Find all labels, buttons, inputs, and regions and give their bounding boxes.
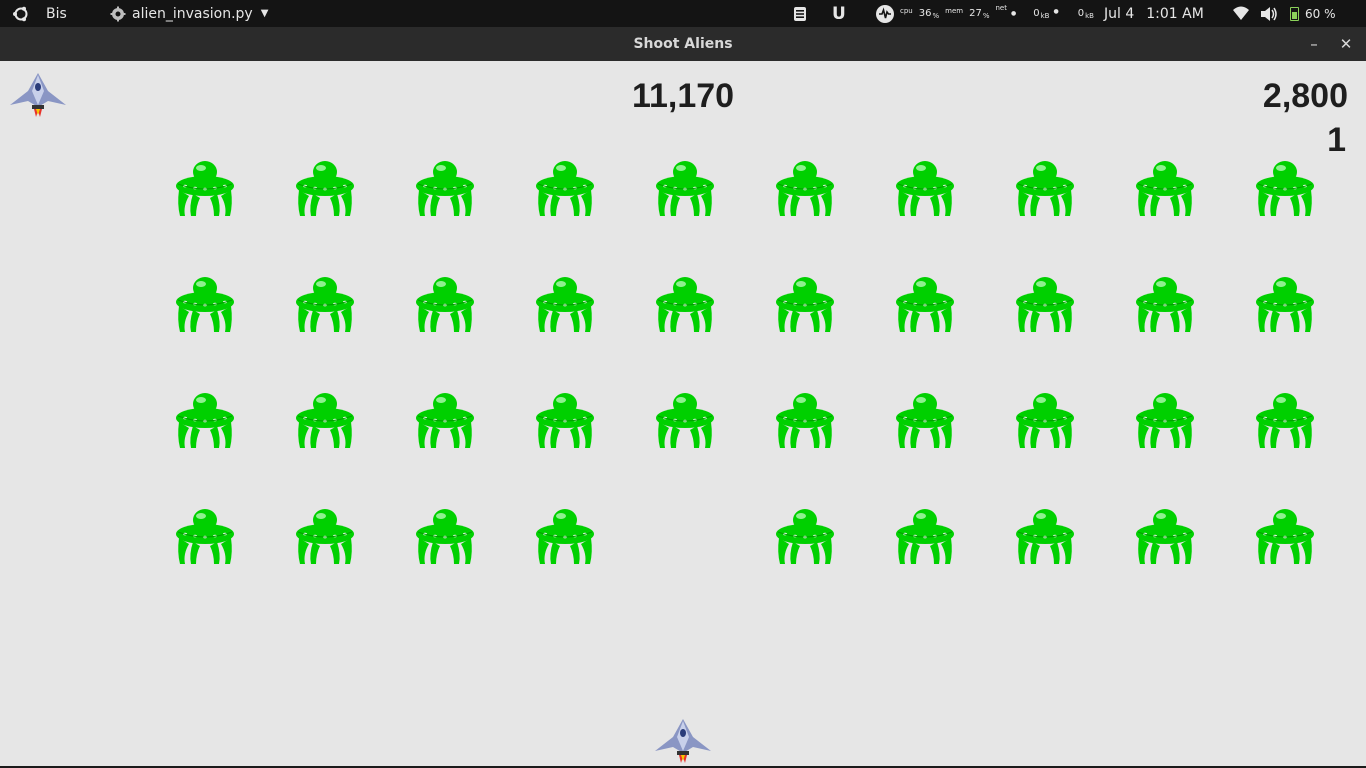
mem-value: 27 bbox=[969, 7, 982, 19]
python-gear-icon bbox=[110, 6, 126, 21]
system-monitor-icon bbox=[876, 4, 894, 23]
alien-icon bbox=[1256, 509, 1314, 564]
cpu-label: cpu bbox=[900, 6, 913, 15]
window-title: Shoot Aliens bbox=[633, 36, 733, 52]
cpu-value: 36 bbox=[918, 7, 932, 19]
volume-indicator[interactable] bbox=[1260, 0, 1278, 27]
close-button[interactable]: ✕ bbox=[1333, 31, 1359, 57]
alien-icon bbox=[1136, 393, 1194, 448]
workspace-label[interactable]: Bis bbox=[46, 0, 67, 27]
window-titlebar[interactable]: Shoot Aliens – ✕ bbox=[0, 27, 1366, 61]
alien-icon bbox=[416, 277, 474, 332]
alien-icon bbox=[1016, 277, 1074, 332]
net-dot-icon: ● bbox=[1010, 10, 1017, 17]
alien-icon bbox=[1256, 277, 1314, 332]
alien-icon bbox=[776, 509, 834, 564]
alien-icon bbox=[1256, 161, 1314, 216]
alien-icon bbox=[776, 277, 834, 332]
alien-icon bbox=[896, 393, 954, 448]
alien-icon bbox=[896, 509, 954, 564]
cpu-percent: % bbox=[932, 11, 940, 20]
volume-icon bbox=[1261, 6, 1277, 21]
alien-icon bbox=[176, 161, 234, 216]
alien-icon bbox=[1016, 161, 1074, 216]
alien-icon bbox=[296, 277, 354, 332]
player-ship[interactable] bbox=[653, 717, 713, 765]
alien-icon bbox=[296, 393, 354, 448]
alien-icon bbox=[176, 277, 234, 332]
alien-icon bbox=[536, 393, 594, 448]
alien-icon bbox=[1016, 393, 1074, 448]
notes-indicator[interactable] bbox=[792, 0, 808, 27]
alien-icon bbox=[536, 161, 594, 216]
chevron-down-icon: ▼ bbox=[260, 8, 269, 19]
game-canvas[interactable]: 11,170 2,800 1 bbox=[0, 61, 1366, 766]
alien-icon bbox=[1016, 509, 1074, 564]
alien-icon bbox=[296, 509, 354, 564]
ubuntu-logo-icon bbox=[13, 6, 28, 21]
net-down-dot-icon: ● bbox=[1053, 7, 1059, 15]
alien-icon bbox=[416, 509, 474, 564]
alien-icon bbox=[416, 393, 474, 448]
alien-icon bbox=[416, 161, 474, 216]
level-indicator: 1 bbox=[1327, 121, 1346, 159]
activities-button[interactable] bbox=[12, 0, 30, 27]
notes-icon bbox=[794, 6, 806, 21]
net-up-value: 0 bbox=[1077, 7, 1085, 19]
battery-indicator[interactable]: 60 % bbox=[1290, 0, 1336, 27]
app-menu-label: alien_invasion.py bbox=[132, 5, 253, 22]
alien-icon bbox=[1256, 393, 1314, 448]
net-label: net bbox=[995, 4, 1007, 12]
high-score: 2,800 bbox=[1262, 77, 1348, 115]
wifi-indicator[interactable] bbox=[1232, 0, 1250, 27]
battery-icon bbox=[1290, 6, 1299, 21]
alien-icon bbox=[536, 277, 594, 332]
alien-icon bbox=[1136, 161, 1194, 216]
time-label: 1:01 AM bbox=[1146, 5, 1204, 22]
alien-icon bbox=[896, 161, 954, 216]
system-monitor[interactable]: cpu 36 % mem 27 % net ● 0 kB ● 0 kB bbox=[876, 0, 1094, 27]
current-score: 11,170 bbox=[631, 77, 735, 115]
alien-icon bbox=[1136, 509, 1194, 564]
mem-label: mem bbox=[945, 6, 964, 15]
date-label: Jul 4 bbox=[1104, 5, 1135, 22]
alien-icon bbox=[656, 161, 714, 216]
top-panel: Bis alien_invasion.py ▼ U cpu 36 % mem 2… bbox=[0, 0, 1366, 27]
mem-percent: % bbox=[982, 11, 990, 20]
alien-icon bbox=[896, 277, 954, 332]
alien-icon bbox=[176, 509, 234, 564]
battery-label: 60 % bbox=[1305, 6, 1336, 21]
alien-icon bbox=[1136, 277, 1194, 332]
net-down-value: 0 bbox=[1033, 7, 1040, 19]
minimize-button[interactable]: – bbox=[1301, 31, 1327, 57]
alien-icon bbox=[656, 393, 714, 448]
ship-life-icon bbox=[10, 73, 66, 117]
clock[interactable]: Jul 4 1:01 AM bbox=[1104, 0, 1204, 27]
magnet-icon[interactable]: U bbox=[832, 0, 846, 27]
alien-icon bbox=[776, 161, 834, 216]
net-up-unit: kB bbox=[1085, 11, 1094, 20]
alien-icon bbox=[536, 509, 594, 564]
net-down-unit: kB bbox=[1040, 11, 1050, 20]
alien-icon bbox=[176, 393, 234, 448]
wifi-icon bbox=[1233, 6, 1249, 20]
app-menu[interactable]: alien_invasion.py ▼ bbox=[110, 0, 268, 27]
alien-icon bbox=[776, 393, 834, 448]
alien-icon bbox=[296, 161, 354, 216]
alien-icon bbox=[656, 277, 714, 332]
